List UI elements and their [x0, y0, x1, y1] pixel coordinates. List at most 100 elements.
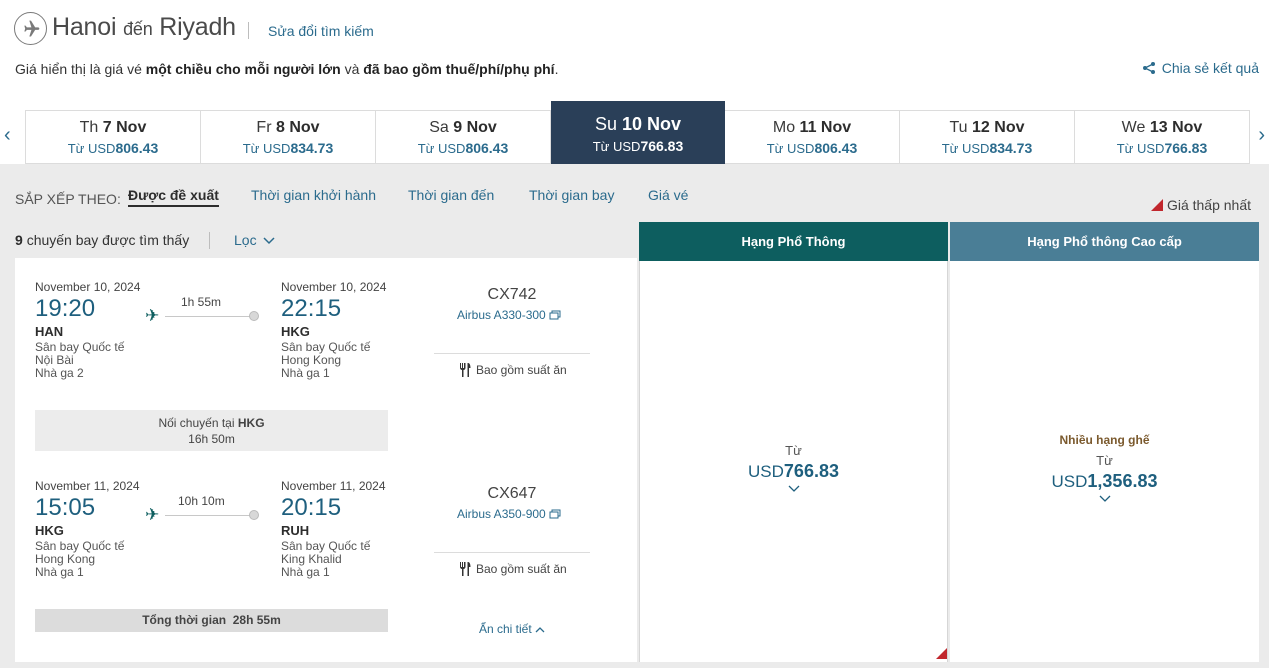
date-day: 7 Nov [102, 119, 147, 136]
economy-expand-chevron-icon[interactable] [639, 482, 948, 496]
connection-duration: 16h 50m [188, 432, 235, 446]
leg1-flight-number: CX742 [487, 286, 537, 303]
route-endpoint-dot [249, 311, 259, 321]
sort-recommended[interactable]: Được đề xuất [128, 187, 219, 207]
leg2-meal-info: Bao gồm suất ăn [458, 561, 567, 577]
leg1-arrival-code: HKG [281, 324, 310, 339]
route-connector: đến [123, 19, 153, 39]
leg1-departure-code: HAN [35, 324, 64, 339]
leg1-arrival-date: November 10, 2024 [281, 280, 387, 294]
leg1-departure-date: November 10, 2024 [35, 280, 141, 294]
date-dow: Fr [256, 119, 272, 136]
economy-price: USD766.83 [639, 461, 948, 482]
next-dates-chevron-icon[interactable]: › [1258, 124, 1265, 147]
date-dow: Tu [949, 119, 968, 136]
destination-city: Riyadh [159, 13, 236, 41]
share-icon [1142, 62, 1155, 74]
date-day: 11 Nov [799, 119, 852, 136]
premium-price: USD1,356.83 [950, 471, 1259, 492]
date-option-12-nov[interactable]: Tu 12 Nov Từ USD834.73 [900, 111, 1075, 163]
fare-info-oneway: một chiều cho mỗi người lớn [145, 61, 341, 77]
leg1-arrival-airport: Sân bay Quốc tế Hong Kong Nhà ga 1 [281, 341, 370, 380]
economy-from-label: Từ [785, 443, 802, 458]
popup-icon [549, 509, 561, 519]
meal-label: Bao gồm suất ăn [476, 562, 567, 576]
total-value: 28h 55m [232, 613, 281, 627]
route-endpoint-dot [249, 510, 259, 520]
premium-economy-header: Hạng Phổ thông Cao cấp [950, 222, 1259, 261]
leg2-arrival-code: RUH [281, 523, 310, 538]
date-option-8-nov[interactable]: Fr 8 Nov Từ USD834.73 [201, 111, 376, 163]
date-day: 13 Nov [1149, 119, 1203, 136]
leg2-departure-date: November 11, 2024 [35, 479, 140, 493]
lowest-price-marker-icon [1150, 199, 1163, 211]
premium-multiple-fares: Nhiều hạng ghế [1059, 433, 1150, 447]
date-price: 766.83 [640, 138, 684, 154]
sort-departure-time[interactable]: Thời gian khởi hành [251, 187, 376, 203]
date-option-11-nov[interactable]: Mo 11 Nov Từ USD806.43 [725, 111, 900, 163]
results-count-number: 9 [15, 232, 23, 248]
route-line [165, 316, 251, 317]
terminal: Nhà ga 1 [35, 565, 84, 579]
plane-logo-icon [14, 12, 47, 45]
lowest-price-legend: Giá thấp nhất [1150, 197, 1251, 213]
date-option-7-nov[interactable]: Th 7 Nov Từ USD806.43 [25, 111, 201, 163]
date-day: 12 Nov [972, 119, 1025, 136]
leg1-duration: 1h 55m [181, 295, 222, 309]
date-option-10-nov-selected[interactable]: Su 10 Nov Từ USD766.83 [551, 101, 725, 165]
chevron-up-icon [535, 627, 545, 633]
leg2-aircraft-link[interactable]: Airbus A350-900 [457, 507, 561, 521]
fare-info-taxes: đã bao gồm thuế/phí/phụ phí [363, 61, 555, 77]
modify-search-link[interactable]: Sửa đổi tìm kiếm [268, 23, 374, 39]
date-price: 806.43 [814, 140, 858, 156]
leg1-meal-info: Bao gồm suất ăn [458, 362, 567, 378]
connection-info: Nối chuyến tại HKG 16h 50m [35, 410, 388, 451]
terminal: Nhà ga 1 [281, 565, 330, 579]
results-count: 9 chuyến bay được tìm thấy [15, 232, 189, 248]
hide-details-label: Ẩn chi tiết [479, 622, 532, 636]
origin-city: Hanoi [52, 13, 117, 41]
date-dow: We [1121, 119, 1146, 136]
divider [248, 22, 249, 39]
divider [434, 552, 590, 553]
fare-info-end: . [554, 61, 559, 77]
leg2-departure-time: 15:05 [35, 494, 96, 521]
page-title: Hanoi đến Riyadh [52, 13, 236, 42]
premium-expand-chevron-icon[interactable] [950, 492, 1259, 506]
prev-dates-chevron-icon[interactable]: ‹ [4, 124, 11, 147]
date-selector: ‹ Th 7 Nov Từ USD806.43 Fr 8 Nov Từ USD8… [0, 100, 1269, 165]
leg2-arrival-date: November 11, 2024 [281, 479, 386, 493]
connection-label: Nối chuyến tại [158, 416, 235, 430]
date-day: 9 Nov [453, 119, 497, 136]
cutlery-icon [460, 562, 471, 576]
share-results-link[interactable]: Chia sẻ kết quả [1142, 60, 1259, 76]
date-day: 8 Nov [275, 119, 320, 136]
filter-label: Lọc [234, 232, 257, 248]
cutlery-icon [460, 363, 471, 377]
date-day: 10 Nov [622, 114, 682, 134]
date-dow: Th [79, 119, 99, 136]
terminal: Nhà ga 1 [281, 366, 330, 380]
date-from: Từ USD [242, 141, 291, 156]
leg1-departure-airport: Sân bay Quốc tế Nội Bài Nhà ga 2 [35, 341, 124, 380]
leg2-flight-number: CX647 [487, 485, 537, 502]
fare-info-and: và [344, 61, 360, 77]
hide-details-link[interactable]: Ẩn chi tiết [479, 622, 545, 636]
filter-dropdown[interactable]: Lọc [234, 232, 275, 248]
date-option-13-nov[interactable]: We 13 Nov Từ USD766.83 [1075, 111, 1250, 163]
sort-duration[interactable]: Thời gian bay [529, 187, 614, 203]
date-option-9-nov[interactable]: Sa 9 Nov Từ USD806.43 [376, 111, 551, 163]
date-dow: Su [594, 114, 617, 134]
leg2-duration: 10h 10m [178, 494, 225, 508]
date-price: 834.73 [989, 140, 1033, 156]
currency: USD [748, 462, 784, 481]
lowest-price-label: Giá thấp nhất [1166, 197, 1251, 213]
aircraft-label: Airbus A330-300 [457, 308, 546, 322]
date-from: Từ USD [417, 141, 466, 156]
aircraft-label: Airbus A350-900 [457, 507, 546, 521]
chevron-down-icon [263, 237, 275, 245]
sort-arrival-time[interactable]: Thời gian đến [408, 187, 494, 203]
leg1-aircraft-link[interactable]: Airbus A330-300 [457, 308, 561, 322]
connection-airport: HKG [237, 416, 265, 430]
sort-price[interactable]: Giá vé [648, 187, 688, 203]
